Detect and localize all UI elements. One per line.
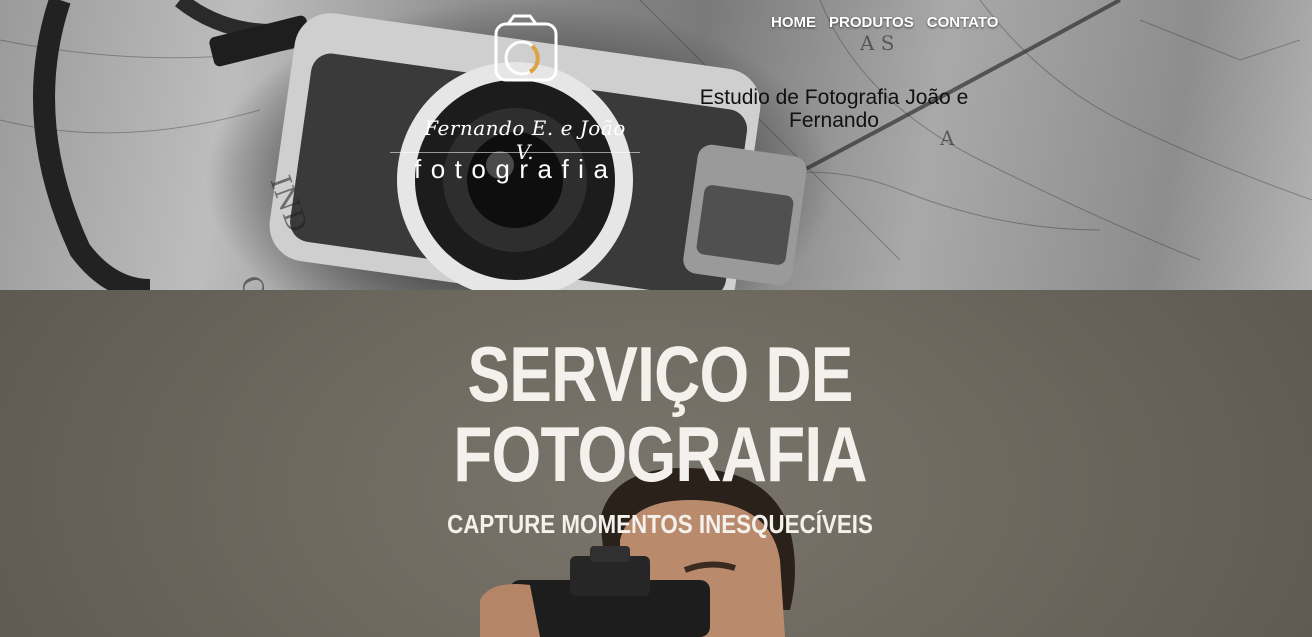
hero-subtitle: CAPTURE MOMENTOS INESQUECÍVEIS xyxy=(447,509,873,539)
hero-banner: SERVIÇO DE FOTOGRAFIA CAPTURE MOMENTOS I… xyxy=(0,290,1312,637)
logo-divider xyxy=(390,152,640,153)
svg-text:OCEA: OCEA xyxy=(233,271,293,290)
hero-title: SERVIÇO DE FOTOGRAFIA xyxy=(453,330,867,498)
studio-title: Estudio de Fotografia João e Fernando xyxy=(699,86,969,132)
main-nav: HOME PRODUTOS CONTATO xyxy=(771,14,998,31)
camera-icon xyxy=(494,14,558,82)
svg-text:A S: A S xyxy=(859,31,895,55)
logo-wordmark: fotografia xyxy=(414,154,618,184)
header-background-image: OCEA IND A S A xyxy=(0,0,1312,290)
nav-produtos-link[interactable]: PRODUTOS xyxy=(829,14,914,31)
site-header: OCEA IND A S A Fernando E. e João V. fot… xyxy=(0,0,1312,290)
nav-home-link[interactable]: HOME xyxy=(771,14,816,31)
studio-logo[interactable]: Fernando E. e João V. fotografia xyxy=(390,12,640,192)
nav-contato-link[interactable]: CONTATO xyxy=(927,14,999,31)
